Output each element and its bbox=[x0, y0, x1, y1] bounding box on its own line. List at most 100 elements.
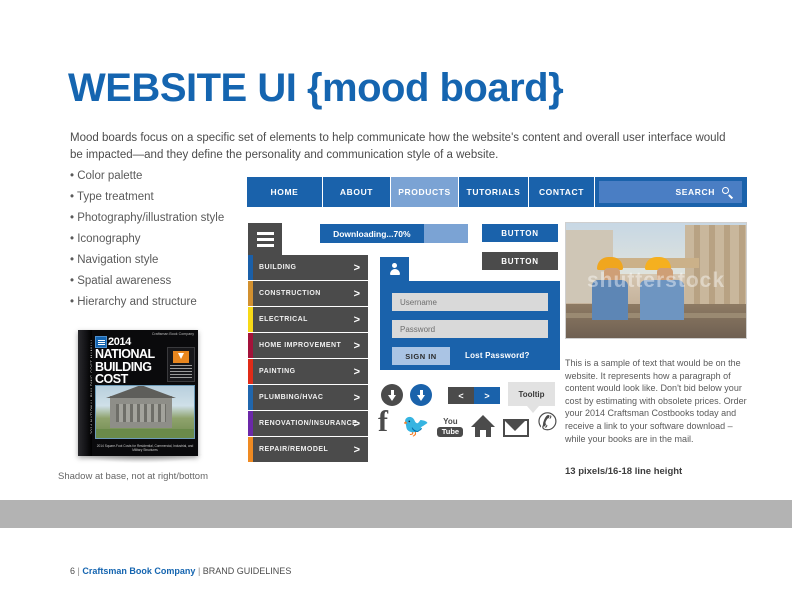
chevron-right-icon: > bbox=[353, 391, 360, 404]
youtube-tube-label: Tube bbox=[437, 427, 464, 437]
nav-item-home[interactable]: HOME bbox=[247, 177, 323, 207]
youtube-you-label: You bbox=[443, 417, 458, 426]
home-icon[interactable] bbox=[471, 415, 496, 437]
book-front: Craftsman Book Company 2014 NATIONAL BUI… bbox=[92, 330, 198, 456]
chevron-right-icon: > bbox=[353, 417, 360, 430]
primary-button[interactable]: BUTTON bbox=[482, 224, 558, 242]
lawn bbox=[96, 429, 194, 438]
construction-workers-photo: shutterstock bbox=[565, 222, 747, 339]
book-cover-photo bbox=[95, 385, 195, 439]
chevron-right-icon: > bbox=[353, 261, 360, 274]
sidebar-item-construction[interactable]: CONSTRUCTION > bbox=[248, 281, 368, 306]
progress-bar-fill: Downloading...70% bbox=[320, 224, 424, 243]
house-illustration bbox=[106, 386, 176, 428]
pager-prev-button[interactable]: < bbox=[448, 387, 474, 404]
sidebar-item-building[interactable]: BUILDING > bbox=[248, 255, 368, 280]
youtube-icon[interactable]: You Tube bbox=[437, 417, 464, 437]
pager-next-button[interactable]: > bbox=[474, 387, 500, 404]
list-item: • Photography/illustration style bbox=[70, 212, 225, 224]
nav-item-contact[interactable]: CONTACT bbox=[529, 177, 595, 207]
account-tab[interactable] bbox=[380, 257, 409, 281]
color-swatch bbox=[248, 333, 253, 358]
download-circle-icon-dark[interactable] bbox=[381, 384, 403, 406]
page-title: WEBSITE UI {mood board} bbox=[68, 66, 564, 110]
search-icon[interactable] bbox=[722, 186, 734, 199]
footer-page-number: 6 bbox=[70, 566, 76, 576]
shadow-annotation: Shadow at base, not at right/bottom bbox=[58, 471, 208, 482]
sidebar-item-label: CONSTRUCTION bbox=[259, 290, 321, 297]
list-item: • Color palette bbox=[70, 170, 143, 182]
footer-company: Craftsman Book Company bbox=[82, 566, 196, 576]
color-swatch bbox=[248, 307, 253, 332]
color-swatch bbox=[248, 411, 253, 436]
sidebar-item-label: ELECTRICAL bbox=[259, 316, 308, 323]
footer-doc-name: BRAND GUIDELINES bbox=[202, 566, 292, 576]
book-badge bbox=[167, 347, 195, 382]
type-spec-note: 13 pixels/16-18 line height bbox=[565, 466, 683, 477]
footer-separator: | bbox=[197, 566, 201, 576]
sidebar-item-renovation-insurance[interactable]: RENOVATION/INSURANCE > bbox=[248, 411, 368, 436]
gray-divider-band bbox=[0, 500, 792, 528]
list-item: • Hierarchy and structure bbox=[70, 296, 197, 308]
password-input[interactable]: Password bbox=[392, 320, 548, 338]
slide-page: WEBSITE UI {mood board} Mood boards focu… bbox=[0, 0, 792, 612]
download-arrow-icon bbox=[416, 389, 426, 401]
book-subtitle: 2014 Square-Foot Costs for Residential, … bbox=[96, 444, 194, 453]
sidebar-item-label: RENOVATION/INSURANCE bbox=[259, 420, 358, 427]
progress-bar: Downloading...70% bbox=[320, 224, 468, 243]
mood-board: HOME ABOUT PRODUCTS TUTORIALS CONTACT SE… bbox=[247, 177, 747, 477]
nav-item-tutorials[interactable]: TUTORIALS bbox=[459, 177, 529, 207]
sign-in-button[interactable]: SIGN IN bbox=[392, 347, 450, 365]
category-sidebar: BUILDING > CONSTRUCTION > ELECTRICAL > H… bbox=[248, 255, 368, 463]
list-item: • Iconography bbox=[70, 233, 141, 245]
photo-watermark: shutterstock bbox=[586, 269, 726, 292]
sidebar-item-label: HOME IMPROVEMENT bbox=[259, 342, 342, 349]
progress-label: Downloading...70% bbox=[333, 228, 411, 239]
book: 2014 NATIONAL BUILDING COST MANUAL Craft… bbox=[78, 330, 198, 456]
website-navbar: HOME ABOUT PRODUCTS TUTORIALS CONTACT SE… bbox=[247, 177, 747, 207]
nav-item-products[interactable]: PRODUCTS bbox=[391, 177, 459, 207]
pagination: < > bbox=[448, 387, 500, 404]
color-swatch bbox=[248, 281, 253, 306]
chevron-right-icon: > bbox=[353, 339, 360, 352]
footer: 6 | Craftsman Book Company | BRAND GUIDE… bbox=[70, 566, 291, 576]
person-icon bbox=[389, 263, 400, 275]
username-input[interactable]: Username bbox=[392, 293, 548, 311]
lost-password-link[interactable]: Lost Password? bbox=[465, 351, 530, 360]
book-cover-image: 2014 NATIONAL BUILDING COST MANUAL Craft… bbox=[78, 330, 202, 463]
nav-item-about[interactable]: ABOUT bbox=[323, 177, 391, 207]
sidebar-item-label: PAINTING bbox=[259, 368, 296, 375]
sidebar-item-plumbing-hvac[interactable]: PLUMBING/HVAC > bbox=[248, 385, 368, 410]
email-icon[interactable] bbox=[503, 419, 530, 437]
search-input[interactable]: SEARCH bbox=[599, 181, 742, 203]
social-icon-row: 🐦 You Tube bbox=[378, 407, 558, 437]
download-badge-icon bbox=[173, 351, 189, 363]
sidebar-item-painting[interactable]: PAINTING > bbox=[248, 359, 368, 384]
sidebar-item-label: BUILDING bbox=[259, 264, 297, 271]
sidebar-item-label: REPAIR/REMODEL bbox=[259, 446, 329, 453]
login-card: Username Password SIGN IN Lost Password? bbox=[380, 257, 560, 370]
twitter-icon[interactable]: 🐦 bbox=[402, 415, 429, 437]
sidebar-item-electrical[interactable]: ELECTRICAL > bbox=[248, 307, 368, 332]
sidebar-item-label: PLUMBING/HVAC bbox=[259, 394, 324, 401]
search-label: SEARCH bbox=[675, 187, 715, 197]
sample-paragraph: This is a sample of text that would be o… bbox=[565, 358, 747, 444]
list-item: • Spatial awareness bbox=[70, 275, 172, 287]
login-form: Username Password SIGN IN Lost Password? bbox=[380, 281, 560, 370]
list-item: • Navigation style bbox=[70, 254, 159, 266]
chevron-right-icon: > bbox=[353, 313, 360, 326]
hamburger-icon[interactable] bbox=[248, 223, 282, 255]
facebook-icon[interactable] bbox=[378, 407, 394, 437]
sidebar-item-repair-remodel[interactable]: REPAIR/REMODEL > bbox=[248, 437, 368, 462]
phone-icon[interactable] bbox=[537, 411, 557, 437]
download-arrow-icon bbox=[387, 389, 397, 401]
color-swatch bbox=[248, 359, 253, 384]
download-circle-icon-blue[interactable] bbox=[410, 384, 432, 406]
color-swatch bbox=[248, 255, 253, 280]
chevron-right-icon: > bbox=[353, 287, 360, 300]
tooltip: Tooltip bbox=[508, 382, 555, 413]
list-item: • Type treatment bbox=[70, 191, 154, 203]
sidebar-item-home-improvement[interactable]: HOME IMPROVEMENT > bbox=[248, 333, 368, 358]
bullet-list: • Color palette • Type treatment • Photo… bbox=[70, 166, 250, 313]
book-spine: 2014 NATIONAL BUILDING COST MANUAL bbox=[78, 330, 95, 456]
